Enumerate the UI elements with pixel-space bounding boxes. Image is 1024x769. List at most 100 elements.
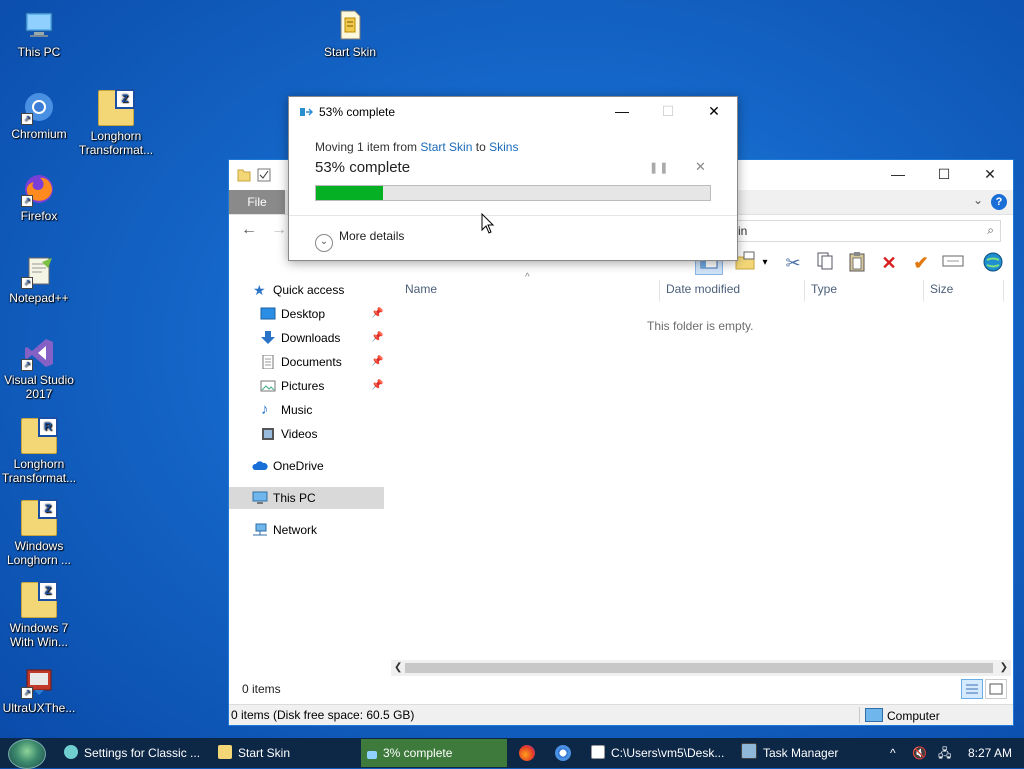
- chromium-taskbar-icon[interactable]: [555, 745, 571, 761]
- nav-item-label: Network: [273, 523, 318, 537]
- desktop-icon-label: This PC: [17, 45, 61, 59]
- pin-icon[interactable]: 📌: [371, 351, 383, 373]
- show-hidden-icons-chevron-icon[interactable]: ^: [890, 738, 896, 768]
- column-separator[interactable]: [923, 280, 924, 302]
- delete-icon[interactable]: ✕: [877, 251, 901, 275]
- desktop-icon-this-pc[interactable]: This PC: [1, 8, 77, 59]
- pictures-icon: [260, 380, 276, 392]
- firefox-icon: ↗: [21, 172, 56, 207]
- clock[interactable]: 8:27 AM: [968, 738, 1012, 768]
- desktop-icon-visual-studio[interactable]: ↗ Visual Studio 2017: [1, 336, 77, 401]
- taskbar-button-task-manager[interactable]: Task Manager: [735, 739, 870, 767]
- explorer-minimize-button[interactable]: —: [875, 160, 921, 190]
- nav-item-downloads[interactable]: Downloads 📌: [229, 327, 384, 349]
- moving-to-word: to: [472, 140, 490, 154]
- desktop-icon-ultrauxtheme[interactable]: ↗ UltraUXThe...: [1, 664, 77, 715]
- navigation-pane: ★ Quick access Desktop 📌 Downloads 📌 Doc…: [229, 276, 385, 666]
- taskbar: Settings for Classic ... Start Skin 3% c…: [0, 738, 1024, 769]
- pin-icon[interactable]: 📌: [371, 375, 383, 397]
- copy-icon[interactable]: [813, 251, 837, 275]
- search-input[interactable]: kin ⌕: [727, 220, 1001, 242]
- nav-item-quick-access[interactable]: ★ Quick access: [229, 279, 384, 301]
- column-separator[interactable]: [804, 280, 805, 302]
- column-header-type[interactable]: Type: [811, 282, 837, 296]
- desktop-icon-longhorn-transformation[interactable]: Z Longhorn Transformat...: [78, 89, 154, 157]
- scroll-right-arrow-icon[interactable]: ❯: [1000, 660, 1008, 676]
- dialog-minimize-button[interactable]: —: [599, 97, 645, 127]
- nav-item-pictures[interactable]: Pictures 📌: [229, 375, 384, 397]
- nav-item-videos[interactable]: Videos: [229, 423, 384, 445]
- destination-folder-link[interactable]: Skins: [489, 140, 518, 154]
- nav-item-label: Desktop: [281, 307, 326, 321]
- properties-checkbox-icon[interactable]: [257, 167, 271, 183]
- apply-check-icon[interactable]: ✔: [909, 251, 933, 275]
- dropdown-arrow-icon[interactable]: ▾: [759, 251, 771, 275]
- nav-item-this-pc[interactable]: This PC: [229, 487, 384, 509]
- computer-icon: [865, 708, 883, 722]
- explorer-close-button[interactable]: ✕: [967, 160, 1013, 190]
- firefox-taskbar-icon[interactable]: [519, 745, 535, 761]
- nav-item-onedrive[interactable]: OneDrive: [229, 455, 384, 477]
- column-separator[interactable]: [1003, 280, 1004, 302]
- download-arrow-icon: [261, 331, 275, 344]
- desktop-icon-windows-7[interactable]: Z Windows 7 With Win...: [1, 581, 77, 649]
- source-folder-link[interactable]: Start Skin: [420, 140, 472, 154]
- horizontal-scrollbar[interactable]: ❮ ❯: [391, 660, 1011, 676]
- taskbar-button-label: Settings for Classic ...: [84, 746, 201, 760]
- taskbar-button-classic-shell-settings[interactable]: Settings for Classic ...: [58, 739, 208, 767]
- taskbar-button-command-prompt[interactable]: C:\Users\vm5\Desk...: [585, 739, 727, 767]
- archive-folder-icon: Z: [21, 581, 58, 618]
- dialog-title: 53% complete: [319, 105, 396, 119]
- desktop-icon-firefox[interactable]: ↗ Firefox: [1, 172, 77, 223]
- videos-icon: [262, 428, 274, 440]
- column-separator[interactable]: [659, 280, 660, 302]
- help-icon[interactable]: ?: [991, 194, 1007, 210]
- back-arrow-icon[interactable]: ←: [241, 221, 257, 239]
- column-header-name[interactable]: Name: [405, 282, 437, 296]
- ultrauxtheme-patcher-icon: ↗: [21, 664, 56, 699]
- dialog-close-button[interactable]: ✕: [691, 97, 737, 127]
- nav-item-label: Videos: [281, 427, 318, 441]
- desktop-icon-label: Windows Longhorn ...: [6, 539, 72, 567]
- desktop-icon-windows-longhorn[interactable]: Z Windows Longhorn ...: [1, 499, 77, 567]
- network-tray-icon[interactable]: 🖧: [938, 738, 951, 768]
- scroll-left-arrow-icon[interactable]: ❮: [394, 660, 402, 676]
- forward-arrow-icon[interactable]: →: [271, 221, 287, 239]
- nav-item-documents[interactable]: Documents 📌: [229, 351, 384, 373]
- start-button[interactable]: [8, 739, 46, 769]
- column-header-date-modified[interactable]: Date modified: [666, 282, 740, 296]
- shortcut-arrow-icon: ↗: [21, 113, 33, 125]
- globe-icon[interactable]: [981, 251, 1005, 275]
- desktop-icon-start-skin[interactable]: Start Skin: [312, 8, 388, 59]
- pin-icon[interactable]: 📌: [371, 327, 383, 349]
- search-icon[interactable]: ⌕: [987, 223, 994, 238]
- more-details-button[interactable]: ⌄ More details: [315, 229, 404, 252]
- pin-icon[interactable]: 📌: [371, 303, 383, 325]
- cut-icon[interactable]: ✂: [781, 251, 805, 275]
- desktop-icon-chromium[interactable]: ↗ Chromium: [1, 90, 77, 141]
- large-icons-view-icon[interactable]: [985, 679, 1007, 699]
- nav-item-music[interactable]: ♪ Music: [229, 399, 384, 421]
- column-header-size[interactable]: Size: [930, 282, 953, 296]
- file-tab[interactable]: File: [229, 190, 285, 214]
- desktop-icon-longhorn-transformation-rar[interactable]: R Longhorn Transformat...: [1, 417, 77, 485]
- chromium-icon: ↗: [21, 90, 56, 125]
- paste-icon[interactable]: [845, 251, 869, 275]
- taskbar-button-copy-progress[interactable]: 3% complete: [361, 739, 507, 767]
- pause-icon[interactable]: ❚❚: [649, 161, 669, 174]
- desktop-icon-label: UltraUXThe...: [2, 701, 76, 715]
- explorer-maximize-button[interactable]: ☐: [921, 160, 967, 190]
- status-zone: Computer: [865, 708, 940, 723]
- volume-muted-icon[interactable]: 🔇: [912, 738, 927, 768]
- nav-item-desktop[interactable]: Desktop 📌: [229, 303, 384, 325]
- desktop-icon-notepad-plus-plus[interactable]: ↗ Notepad++: [1, 254, 77, 305]
- nav-item-label: Music: [281, 403, 313, 417]
- cancel-icon[interactable]: ✕: [695, 159, 706, 175]
- nav-item-network[interactable]: Network: [229, 519, 384, 541]
- archive-folder-icon: Z: [98, 89, 135, 126]
- expand-ribbon-chevron-icon[interactable]: ⌄: [973, 193, 983, 207]
- taskbar-button-start-skin[interactable]: Start Skin: [212, 739, 357, 767]
- rename-icon[interactable]: [941, 251, 965, 275]
- scrollbar-thumb[interactable]: [405, 663, 993, 673]
- details-view-icon[interactable]: [961, 679, 983, 699]
